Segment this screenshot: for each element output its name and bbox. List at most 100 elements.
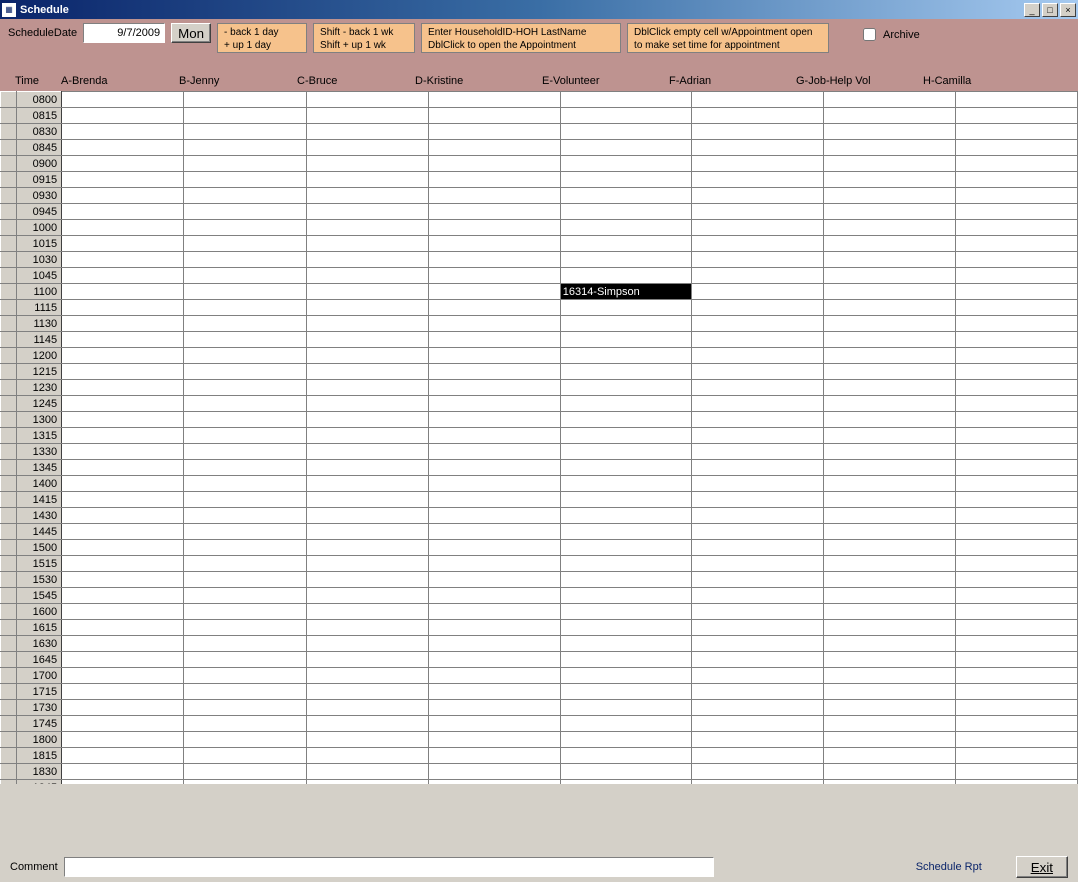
row-selector[interactable] xyxy=(1,620,17,636)
schedule-cell[interactable] xyxy=(955,412,1077,428)
schedule-cell[interactable] xyxy=(429,572,561,588)
schedule-cell[interactable] xyxy=(429,156,561,172)
schedule-cell[interactable] xyxy=(184,764,306,780)
row-selector[interactable] xyxy=(1,700,17,716)
schedule-cell[interactable] xyxy=(955,92,1077,108)
schedule-cell[interactable] xyxy=(824,156,956,172)
schedule-cell[interactable] xyxy=(429,252,561,268)
schedule-cell[interactable] xyxy=(184,236,306,252)
schedule-cell[interactable] xyxy=(560,220,692,236)
schedule-cell[interactable] xyxy=(306,316,428,332)
schedule-cell[interactable] xyxy=(429,284,561,300)
schedule-cell[interactable] xyxy=(184,684,306,700)
schedule-cell[interactable] xyxy=(429,508,561,524)
schedule-cell[interactable] xyxy=(306,92,428,108)
schedule-cell[interactable] xyxy=(184,524,306,540)
schedule-cell[interactable] xyxy=(306,124,428,140)
schedule-cell[interactable] xyxy=(306,236,428,252)
schedule-cell[interactable] xyxy=(824,316,956,332)
schedule-cell[interactable] xyxy=(429,300,561,316)
schedule-cell[interactable] xyxy=(692,476,824,492)
schedule-cell[interactable] xyxy=(306,364,428,380)
schedule-cell[interactable] xyxy=(429,204,561,220)
schedule-cell[interactable] xyxy=(560,92,692,108)
schedule-cell[interactable] xyxy=(62,252,184,268)
schedule-cell[interactable] xyxy=(62,396,184,412)
schedule-cell[interactable] xyxy=(824,220,956,236)
schedule-cell[interactable] xyxy=(184,188,306,204)
schedule-cell[interactable] xyxy=(429,108,561,124)
schedule-cell[interactable] xyxy=(955,380,1077,396)
schedule-cell[interactable] xyxy=(184,396,306,412)
schedule-cell[interactable] xyxy=(560,668,692,684)
schedule-cell[interactable] xyxy=(824,476,956,492)
schedule-cell[interactable] xyxy=(306,764,428,780)
schedule-cell[interactable] xyxy=(306,284,428,300)
comment-input[interactable] xyxy=(64,857,714,877)
schedule-cell[interactable] xyxy=(692,636,824,652)
schedule-cell[interactable] xyxy=(560,748,692,764)
row-selector[interactable] xyxy=(1,572,17,588)
schedule-cell[interactable]: 16314-Simpson xyxy=(560,284,692,300)
schedule-cell[interactable] xyxy=(62,508,184,524)
schedule-cell[interactable] xyxy=(62,412,184,428)
row-selector[interactable] xyxy=(1,92,17,108)
schedule-cell[interactable] xyxy=(62,572,184,588)
schedule-cell[interactable] xyxy=(306,732,428,748)
schedule-cell[interactable] xyxy=(692,652,824,668)
schedule-cell[interactable] xyxy=(824,444,956,460)
schedule-cell[interactable] xyxy=(62,476,184,492)
row-selector[interactable] xyxy=(1,748,17,764)
schedule-cell[interactable] xyxy=(560,652,692,668)
schedule-cell[interactable] xyxy=(429,316,561,332)
schedule-cell[interactable] xyxy=(692,220,824,236)
schedule-cell[interactable] xyxy=(429,348,561,364)
schedule-cell[interactable] xyxy=(560,732,692,748)
row-selector[interactable] xyxy=(1,332,17,348)
schedule-cell[interactable] xyxy=(184,460,306,476)
schedule-cell[interactable] xyxy=(955,732,1077,748)
schedule-cell[interactable] xyxy=(184,316,306,332)
row-selector[interactable] xyxy=(1,428,17,444)
schedule-cell[interactable] xyxy=(692,92,824,108)
schedule-cell[interactable] xyxy=(429,716,561,732)
row-selector[interactable] xyxy=(1,300,17,316)
schedule-cell[interactable] xyxy=(560,460,692,476)
schedule-cell[interactable] xyxy=(955,172,1077,188)
schedule-cell[interactable] xyxy=(62,204,184,220)
schedule-cell[interactable] xyxy=(824,604,956,620)
schedule-cell[interactable] xyxy=(824,108,956,124)
schedule-cell[interactable] xyxy=(955,604,1077,620)
schedule-cell[interactable] xyxy=(692,172,824,188)
schedule-cell[interactable] xyxy=(955,348,1077,364)
schedule-cell[interactable] xyxy=(955,556,1077,572)
schedule-cell[interactable] xyxy=(184,492,306,508)
schedule-cell[interactable] xyxy=(306,460,428,476)
schedule-cell[interactable] xyxy=(560,300,692,316)
row-selector[interactable] xyxy=(1,540,17,556)
schedule-cell[interactable] xyxy=(692,412,824,428)
scheduledate-input[interactable] xyxy=(83,23,165,43)
schedule-cell[interactable] xyxy=(955,460,1077,476)
schedule-cell[interactable] xyxy=(955,396,1077,412)
schedule-cell[interactable] xyxy=(306,700,428,716)
schedule-cell[interactable] xyxy=(429,268,561,284)
schedule-cell[interactable] xyxy=(429,556,561,572)
schedule-cell[interactable] xyxy=(429,668,561,684)
schedule-cell[interactable] xyxy=(692,124,824,140)
schedule-cell[interactable] xyxy=(560,412,692,428)
schedule-cell[interactable] xyxy=(306,588,428,604)
schedule-cell[interactable] xyxy=(184,652,306,668)
row-selector[interactable] xyxy=(1,524,17,540)
schedule-cell[interactable] xyxy=(306,204,428,220)
schedule-cell[interactable] xyxy=(692,588,824,604)
row-selector[interactable] xyxy=(1,476,17,492)
row-selector[interactable] xyxy=(1,716,17,732)
schedule-cell[interactable] xyxy=(692,732,824,748)
schedule-cell[interactable] xyxy=(62,124,184,140)
schedule-cell[interactable] xyxy=(184,156,306,172)
schedule-cell[interactable] xyxy=(955,316,1077,332)
schedule-cell[interactable] xyxy=(62,364,184,380)
row-selector[interactable] xyxy=(1,108,17,124)
schedule-cell[interactable] xyxy=(824,572,956,588)
